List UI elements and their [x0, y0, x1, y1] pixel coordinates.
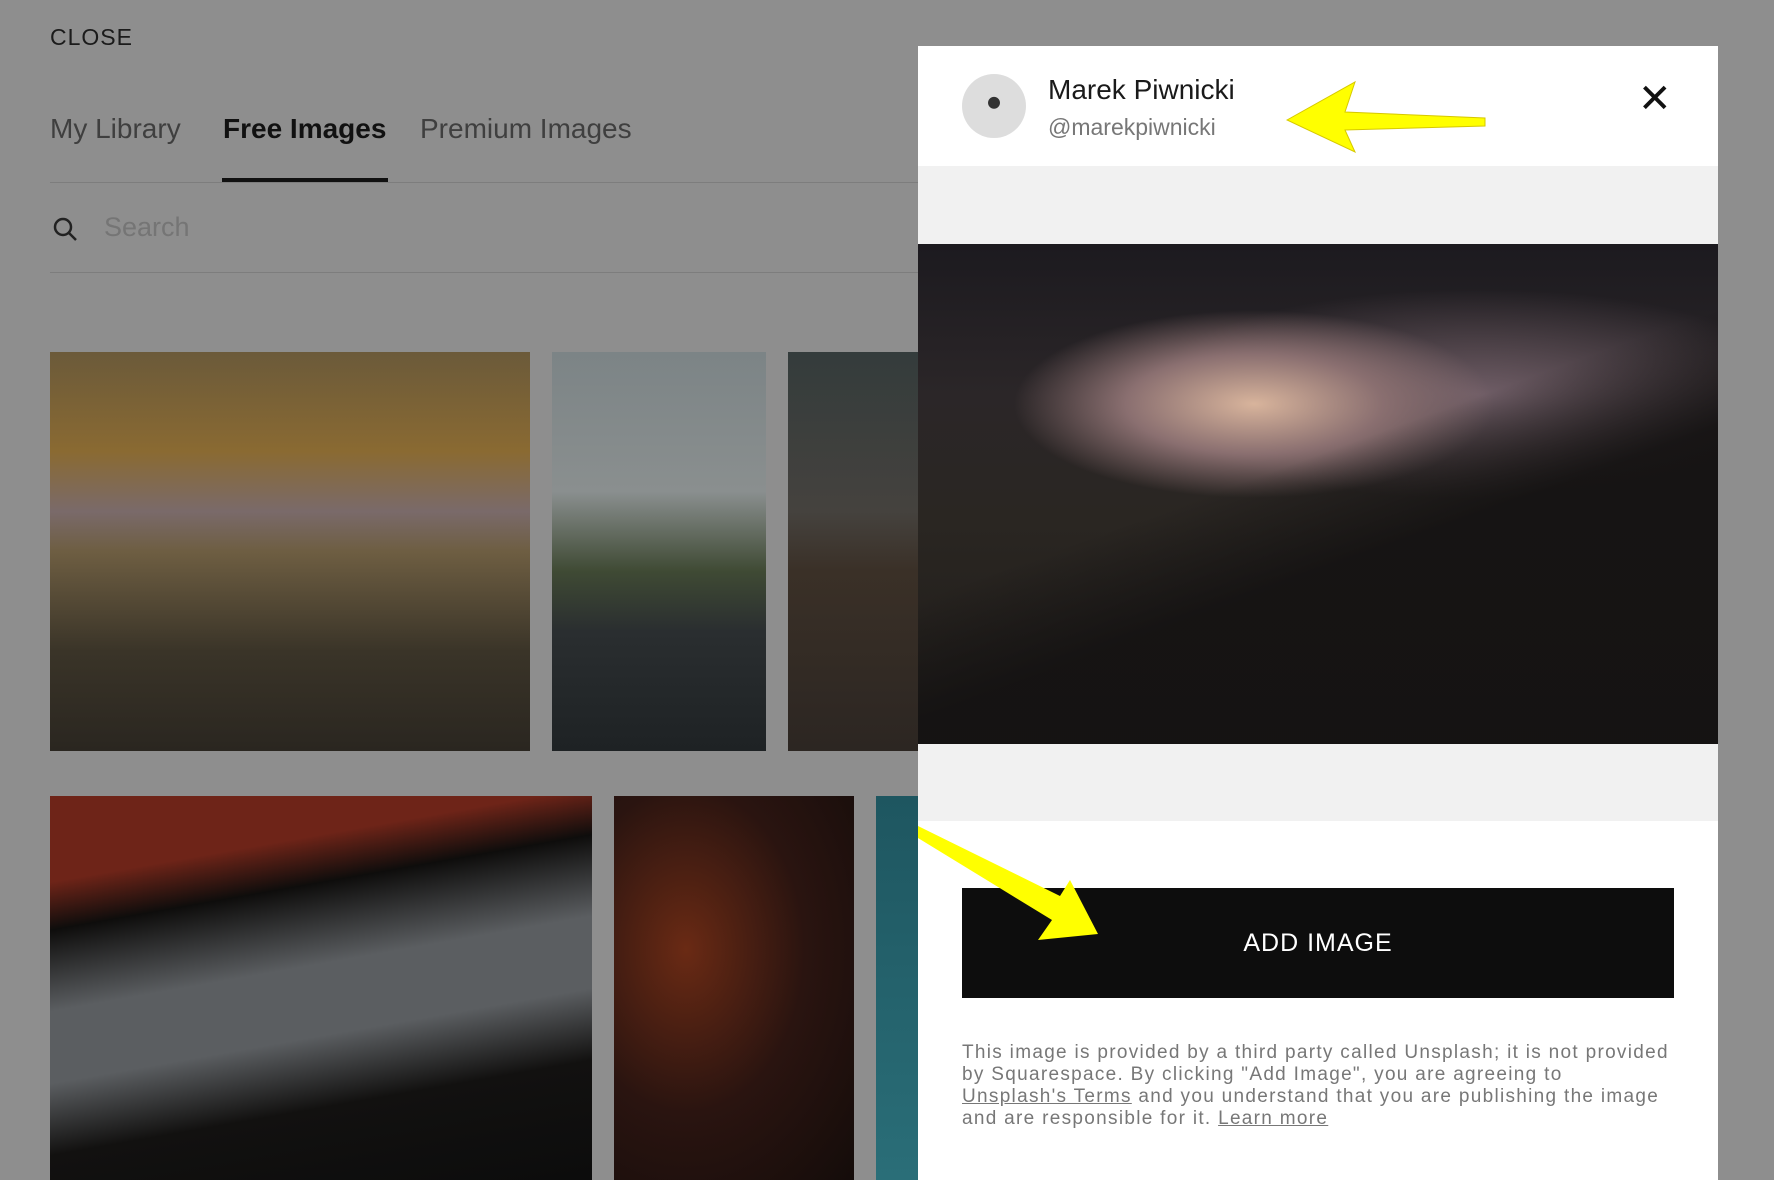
- image-tile-road-desert[interactable]: [50, 352, 530, 751]
- add-image-button[interactable]: ADD IMAGE: [962, 888, 1674, 998]
- close-icon[interactable]: ✕: [1638, 76, 1672, 122]
- image-detail-panel: Marek Piwnicki @marekpiwnicki ✕ ADD IMAG…: [918, 46, 1718, 1180]
- tab-free-images[interactable]: Free Images: [223, 113, 386, 145]
- image-tile-city[interactable]: [788, 352, 918, 751]
- tab-my-library[interactable]: My Library: [50, 113, 181, 145]
- disclaimer-text: This image is provided by a third party …: [962, 1042, 1674, 1130]
- image-backdrop: [918, 166, 1718, 244]
- close-button[interactable]: CLOSE: [50, 24, 133, 51]
- unsplash-terms-link[interactable]: Unsplash's Terms: [962, 1086, 1132, 1107]
- divider: [50, 272, 920, 273]
- tab-premium-images[interactable]: Premium Images: [420, 113, 632, 145]
- disclaimer-part: This image is provided by a third party …: [962, 1042, 1669, 1085]
- divider: [50, 182, 920, 183]
- author-name[interactable]: Marek Piwnicki: [1048, 74, 1235, 106]
- search-icon: [53, 217, 77, 241]
- image-tile-lava[interactable]: [614, 796, 854, 1180]
- preview-image: [918, 244, 1718, 744]
- image-tile-abstract[interactable]: [50, 796, 592, 1180]
- author-avatar: [962, 74, 1026, 138]
- image-tile-teal[interactable]: [876, 796, 918, 1180]
- image-backdrop: [918, 744, 1718, 821]
- image-tile-road-forest[interactable]: [552, 352, 766, 751]
- author-handle[interactable]: @marekpiwnicki: [1048, 114, 1216, 141]
- learn-more-link[interactable]: Learn more: [1218, 1108, 1328, 1129]
- search-input[interactable]: [104, 212, 704, 243]
